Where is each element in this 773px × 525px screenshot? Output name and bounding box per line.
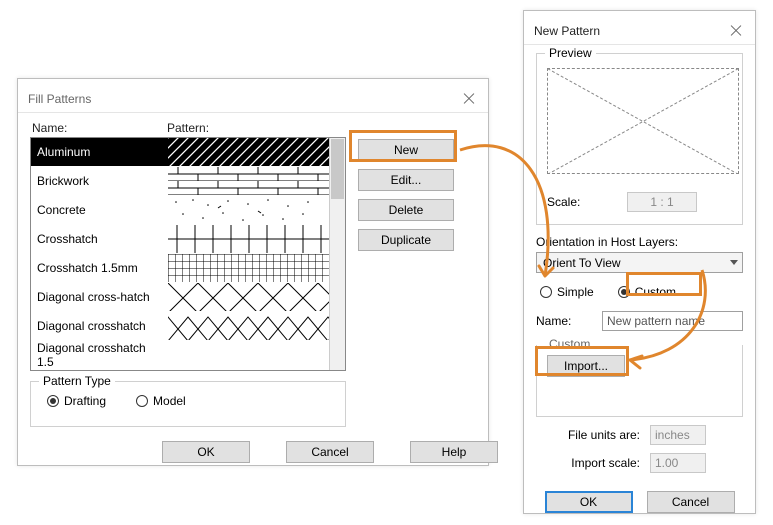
- cancel-button[interactable]: Cancel: [286, 441, 374, 463]
- pattern-header: Pattern:: [167, 121, 209, 135]
- orientation-value: Orient To View: [543, 256, 621, 270]
- list-item[interactable]: Crosshatch: [31, 225, 345, 254]
- pattern-name: Brickwork: [31, 167, 168, 195]
- pattern-swatch: [168, 283, 329, 311]
- custom-group: Custom Import...: [536, 345, 743, 417]
- scrollbar-thumb[interactable]: [331, 139, 344, 199]
- pattern-swatch: [168, 225, 329, 253]
- fill-patterns-title: Fill Patterns: [28, 92, 91, 106]
- pattern-type-group: Pattern Type Drafting Model: [30, 381, 346, 427]
- fill-patterns-titlebar: Fill Patterns: [18, 79, 488, 113]
- name-field[interactable]: New pattern name: [602, 311, 743, 331]
- pattern-swatch: [168, 196, 329, 224]
- ok-button[interactable]: OK: [162, 441, 250, 463]
- pattern-name: Crosshatch: [31, 225, 168, 253]
- edit-button[interactable]: Edit...: [358, 169, 454, 191]
- ok-button[interactable]: OK: [545, 491, 633, 513]
- name-header: Name:: [30, 121, 167, 135]
- new-pattern-title: New Pattern: [534, 24, 600, 38]
- preview-swatch: [547, 68, 739, 174]
- list-item[interactable]: Brickwork: [31, 167, 345, 196]
- list-item[interactable]: Concrete: [31, 196, 345, 225]
- file-units-label: File units are:: [536, 428, 640, 442]
- pattern-name: Aluminum: [31, 138, 168, 166]
- pattern-swatch: [168, 341, 329, 369]
- list-item[interactable]: Diagonal cross-hatch: [31, 283, 345, 312]
- import-button[interactable]: Import...: [547, 355, 625, 377]
- scrollbar[interactable]: [329, 138, 345, 370]
- list-item[interactable]: Diagonal crosshatch: [31, 312, 345, 341]
- delete-button[interactable]: Delete: [358, 199, 454, 221]
- orientation-select[interactable]: Orient To View: [536, 252, 743, 273]
- file-units-field: inches: [650, 425, 706, 445]
- pattern-swatch: [168, 167, 329, 195]
- pattern-name: Concrete: [31, 196, 168, 224]
- preview-legend: Preview: [545, 46, 596, 60]
- pattern-swatch: [168, 254, 329, 282]
- help-button[interactable]: Help: [410, 441, 498, 463]
- scale-label: Scale:: [547, 195, 617, 209]
- close-icon[interactable]: [460, 90, 478, 108]
- close-icon[interactable]: [727, 22, 745, 40]
- drafting-radio[interactable]: Drafting: [47, 394, 106, 408]
- duplicate-button[interactable]: Duplicate: [358, 229, 454, 251]
- preview-group: Preview Scale: 1 : 1: [536, 53, 743, 225]
- list-item[interactable]: Diagonal crosshatch 1.5: [31, 341, 345, 370]
- import-scale-field: 1.00: [650, 453, 706, 473]
- pattern-list[interactable]: Aluminum Brickwork Concrete: [30, 137, 346, 371]
- chevron-down-icon: [730, 260, 738, 265]
- new-pattern-titlebar: New Pattern: [524, 11, 755, 45]
- fill-patterns-dialog: Fill Patterns Name: Pattern: Aluminum Br…: [17, 78, 489, 466]
- pattern-type-legend: Pattern Type: [39, 374, 115, 388]
- orientation-label: Orientation in Host Layers:: [536, 235, 743, 249]
- pattern-name: Diagonal crosshatch 1.5: [31, 341, 168, 369]
- pattern-name: Diagonal crosshatch: [31, 312, 168, 340]
- pattern-name: Diagonal cross-hatch: [31, 283, 168, 311]
- new-button[interactable]: New: [358, 139, 454, 161]
- pattern-swatch: [168, 138, 329, 166]
- list-item[interactable]: Aluminum: [31, 138, 345, 167]
- model-radio[interactable]: Model: [136, 394, 186, 408]
- new-pattern-dialog: New Pattern Preview Scale: 1 : 1 Orienta…: [523, 10, 756, 514]
- import-scale-label: Import scale:: [536, 456, 640, 470]
- pattern-swatch: [168, 312, 329, 340]
- custom-legend: Custom: [545, 337, 594, 351]
- list-item[interactable]: Crosshatch 1.5mm: [31, 254, 345, 283]
- name-label: Name:: [536, 314, 592, 328]
- scale-field: 1 : 1: [627, 192, 697, 212]
- cancel-button[interactable]: Cancel: [647, 491, 735, 513]
- pattern-name: Crosshatch 1.5mm: [31, 254, 168, 282]
- custom-radio[interactable]: Custom: [618, 285, 676, 299]
- simple-radio[interactable]: Simple: [540, 285, 594, 299]
